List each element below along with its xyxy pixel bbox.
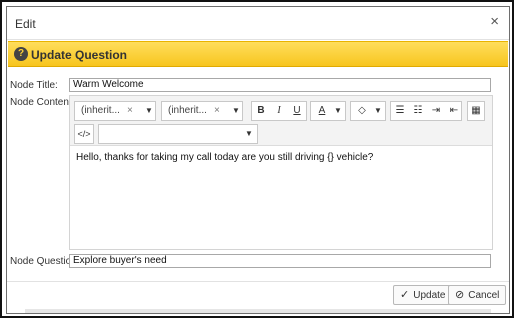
banner-title: Update Question [31, 48, 128, 62]
help-icon: ? [14, 47, 28, 61]
underline-button[interactable]: U [288, 102, 306, 120]
cancel-icon: ⊘ [455, 289, 465, 301]
bold-button[interactable]: B [252, 102, 270, 120]
rich-text-editor[interactable]: (inherit... × ▼ (inherit... × ▼ B I U A … [69, 95, 493, 250]
chevron-down-icon: ▼ [334, 106, 342, 115]
font-color-picker[interactable]: A ▼ [310, 101, 346, 121]
cancel-label: Cancel [468, 290, 500, 301]
numbered-list-icon[interactable]: ☷ [409, 102, 427, 120]
cancel-button[interactable]: ⊘ Cancel [448, 285, 507, 305]
check-icon: ✓ [400, 289, 410, 301]
outdent-icon[interactable]: ⇤ [445, 102, 463, 120]
node-title-input[interactable]: Warm Welcome [69, 78, 491, 92]
view-source-button[interactable]: </> [74, 124, 94, 144]
close-icon[interactable]: × [490, 14, 499, 30]
chevron-down-icon[interactable]: ▼ [145, 102, 153, 120]
bottom-scrollbar[interactable] [25, 309, 491, 313]
chevron-down-icon[interactable]: ▼ [245, 125, 253, 143]
clear-font-family-icon[interactable]: × [127, 102, 133, 120]
text-style-group: B I U [251, 101, 307, 121]
insert-table-icon[interactable]: ▦ [467, 101, 485, 121]
list-indent-group: ☰ ☷ ⇥ ⇤ [390, 101, 462, 121]
clear-font-size-icon[interactable]: × [214, 102, 220, 120]
update-question-banner: ? Update Question [8, 41, 508, 67]
font-size-value: (inherit... [168, 105, 207, 116]
font-size-dropdown[interactable]: (inherit... × ▼ [161, 101, 243, 121]
update-button[interactable]: ✓ Update [393, 285, 453, 305]
footer-divider [7, 281, 509, 282]
editor-content[interactable]: Hello, thanks for taking my call today a… [76, 152, 373, 163]
bulleted-list-icon[interactable]: ☰ [391, 102, 409, 120]
node-content-label: Node Content: [10, 97, 75, 108]
editor-toolbar: (inherit... × ▼ (inherit... × ▼ B I U A … [70, 96, 492, 146]
edit-dialog: Edit × ? Update Question Node Title: War… [6, 6, 510, 314]
chevron-down-icon[interactable]: ▼ [232, 102, 240, 120]
format-dropdown[interactable]: ▼ [98, 124, 258, 144]
italic-button[interactable]: I [270, 102, 288, 120]
node-question-input[interactable]: Explore buyer's need [69, 254, 491, 268]
font-family-dropdown[interactable]: (inherit... × ▼ [74, 101, 156, 121]
dialog-title: Edit [15, 17, 36, 31]
indent-icon[interactable]: ⇥ [427, 102, 445, 120]
window-frame: Edit × ? Update Question Node Title: War… [0, 0, 514, 318]
update-label: Update [413, 290, 446, 301]
dialog-titlebar: Edit × [7, 7, 509, 40]
chevron-down-icon: ▼ [374, 106, 382, 115]
highlight-color-picker[interactable]: ◇ ▼ [350, 101, 386, 121]
node-title-label: Node Title: [10, 80, 58, 91]
node-question-label: Node Question [10, 256, 77, 267]
font-family-value: (inherit... [81, 105, 120, 116]
